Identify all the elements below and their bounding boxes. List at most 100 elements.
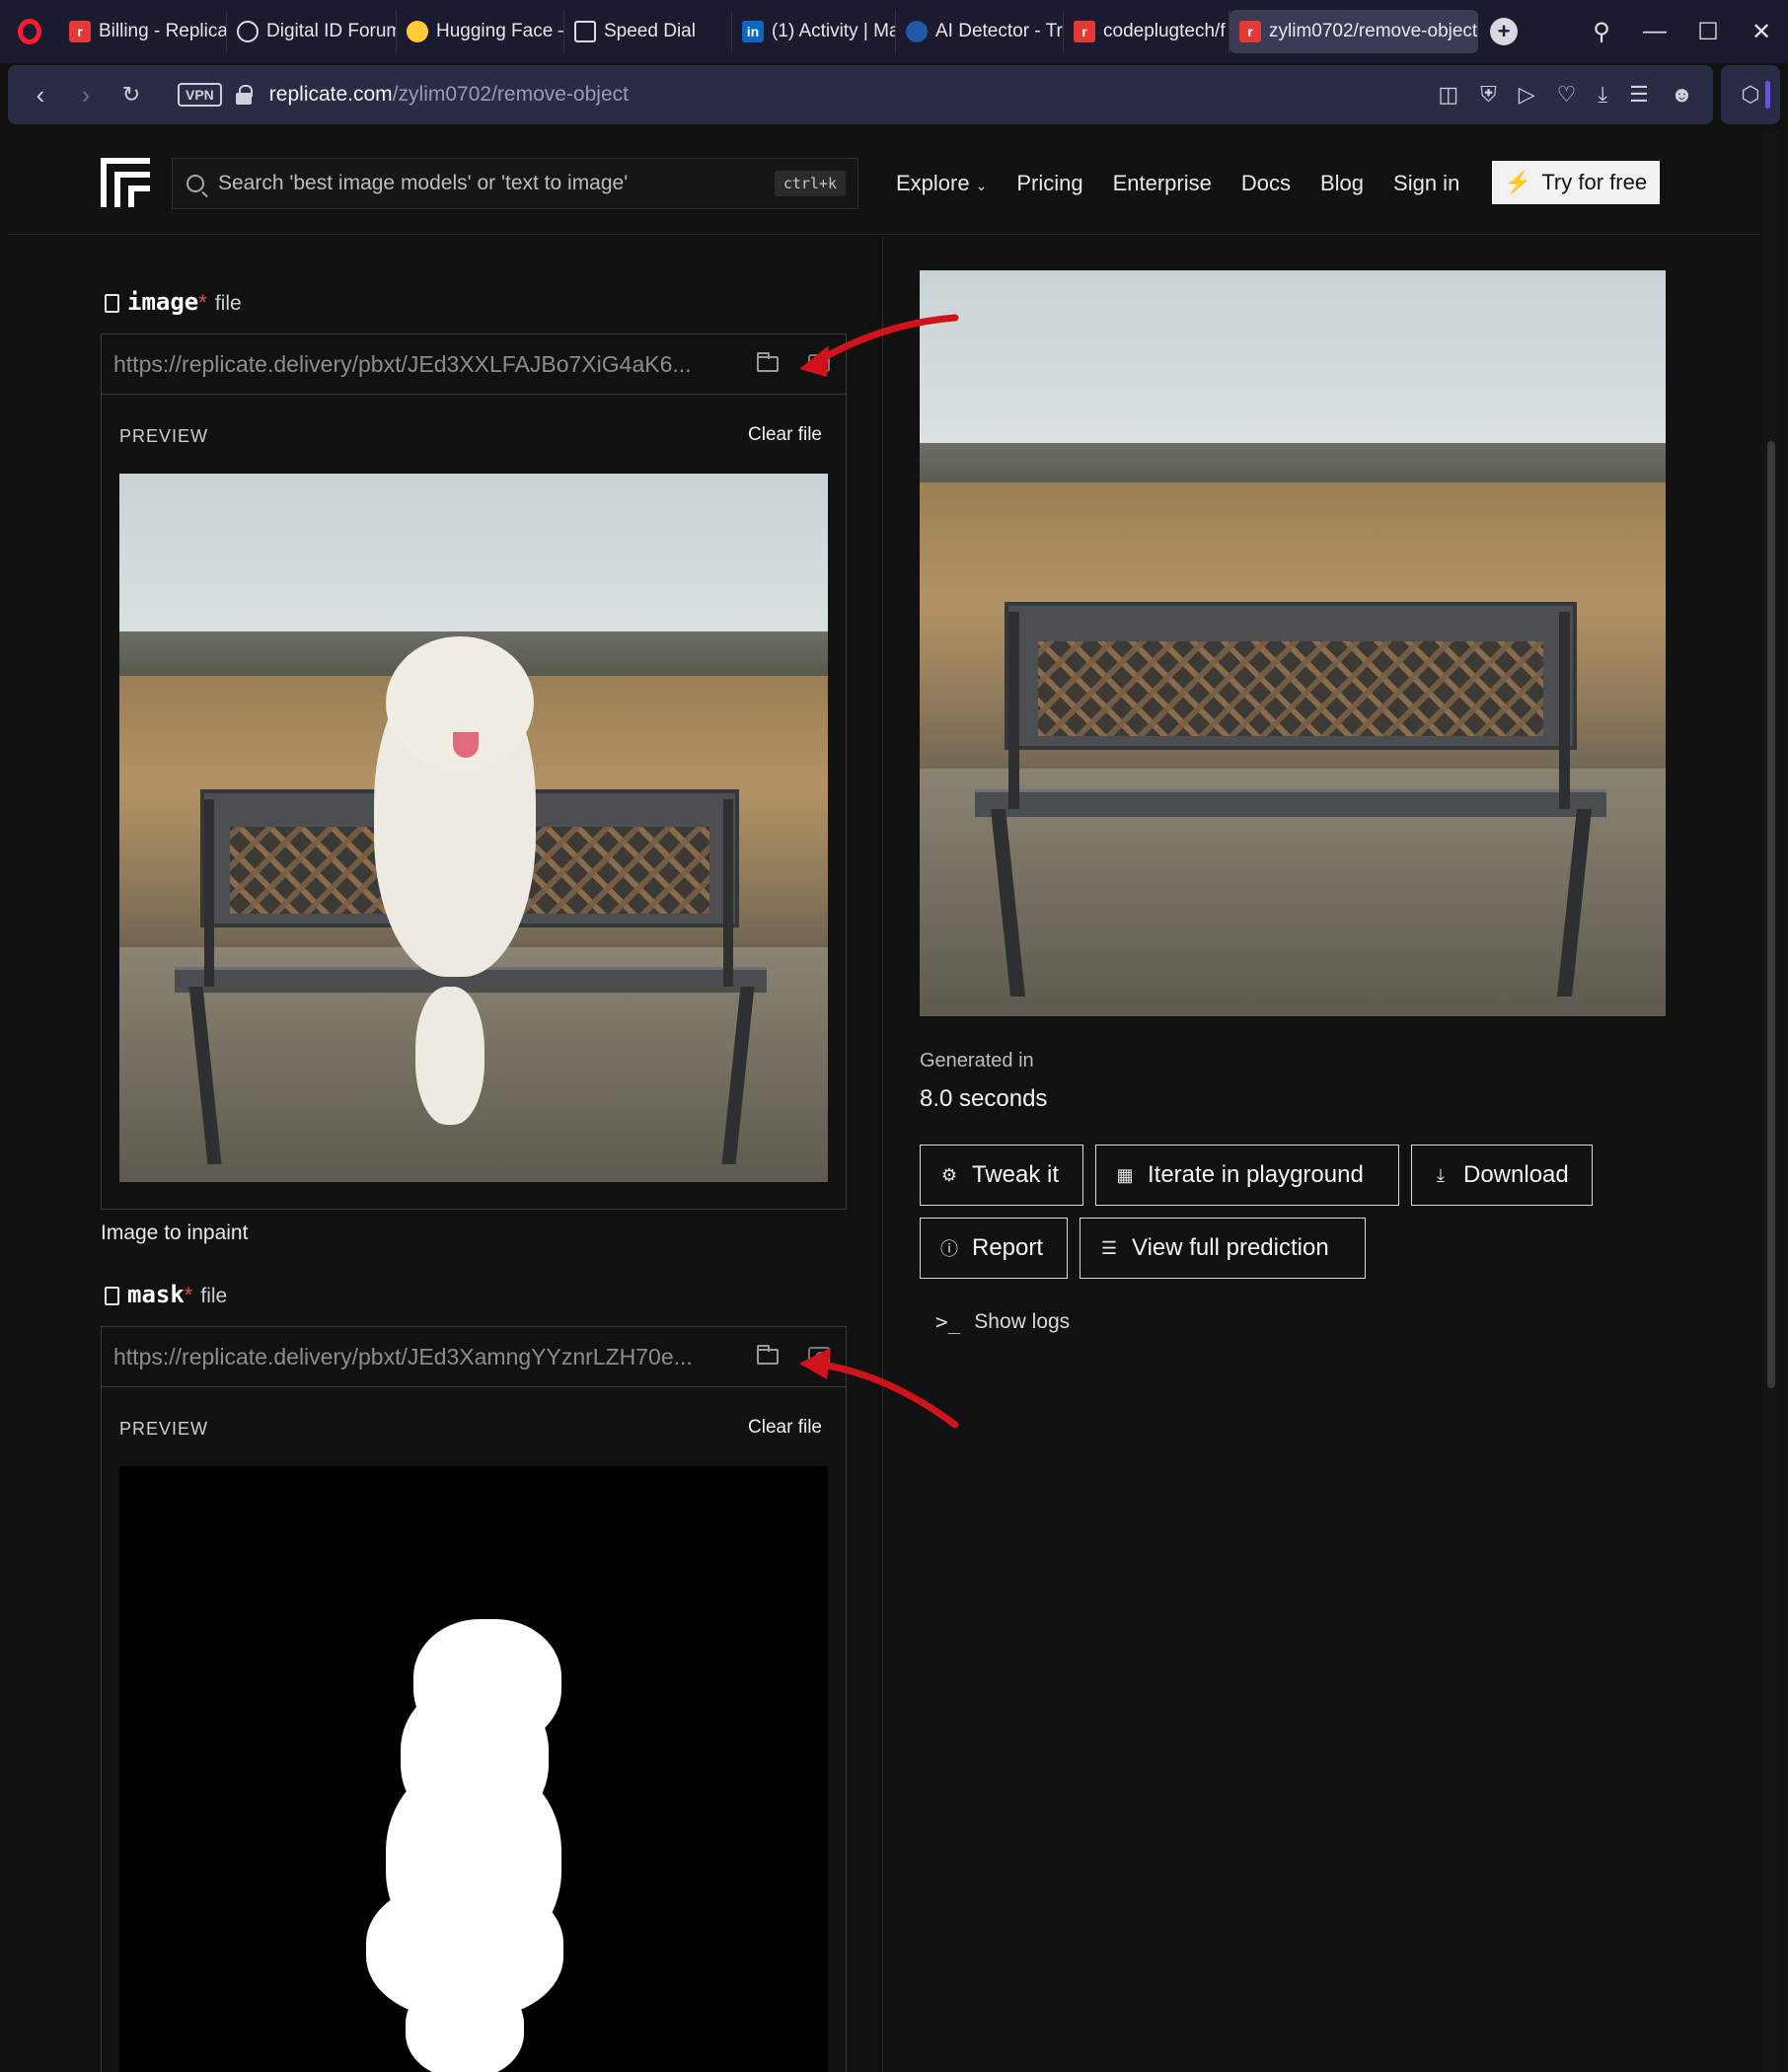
minimize-icon[interactable]: —	[1628, 0, 1681, 63]
browser-tab-active[interactable]: r zylim0702/remove-object	[1229, 10, 1478, 53]
profile-icon[interactable]: ☻	[1671, 82, 1693, 108]
url-host: replicate.com	[268, 83, 393, 106]
mask-preview-image	[119, 1466, 828, 2072]
view-full-label: View full prediction	[1132, 1234, 1329, 1261]
site-search-input[interactable]: Search 'best image models' or 'text to i…	[172, 158, 858, 209]
tweak-it-label: Tweak it	[972, 1161, 1060, 1188]
address-bar-actions: ◫ ⛨ ▷ ♡ ⤓ ☰ ☻	[1438, 65, 1693, 124]
browser-tab[interactable]: in (1) Activity | Ma	[732, 10, 896, 53]
url-field[interactable]: replicate.com/zylim0702/remove-object	[269, 83, 629, 107]
close-icon[interactable]: ✕	[1735, 0, 1788, 63]
window-controls: ⚲ — ☐ ✕	[1575, 0, 1788, 63]
speed-dial-icon	[574, 21, 596, 42]
try-for-free-label: Try for free	[1541, 170, 1648, 194]
image-field-label: image * file	[105, 288, 242, 316]
download-icon: ⤓	[1437, 1164, 1445, 1185]
linkedin-icon: in	[742, 21, 764, 42]
output-image[interactable]	[920, 270, 1666, 1016]
reload-icon[interactable]: ↻	[109, 65, 154, 124]
replicate-icon: r	[69, 21, 91, 42]
new-tab-button[interactable]: +	[1490, 18, 1518, 45]
generated-in-value: 8.0 seconds	[920, 1085, 1048, 1112]
browser-tab-bar: r Billing - Replicate Digital ID Forum H…	[0, 0, 1788, 63]
tab-title: Hugging Face –	[436, 21, 564, 41]
lock-icon[interactable]	[235, 85, 253, 105]
camera-snapshot-icon[interactable]: ◫	[1438, 82, 1458, 108]
tab-title: codeplugtech/f	[1103, 21, 1226, 41]
ai-detector-icon	[906, 21, 928, 42]
mask-field-label: mask * file	[105, 1281, 227, 1308]
vpn-badge[interactable]: VPN	[178, 83, 222, 107]
nav-blog[interactable]: Blog	[1320, 171, 1364, 196]
replicate-icon: r	[1239, 21, 1261, 42]
browser-tab[interactable]: Digital ID Forum	[227, 10, 397, 53]
tab-title: AI Detector - Tr	[935, 21, 1063, 41]
page-content: Search 'best image models' or 'text to i…	[8, 130, 1760, 2072]
folder-icon[interactable]	[757, 1345, 779, 1365]
try-for-free-button[interactable]: ⚡ Try for free	[1492, 161, 1660, 204]
generated-in-label: Generated in	[920, 1050, 1034, 1072]
nav-pricing[interactable]: Pricing	[1016, 171, 1082, 196]
file-icon	[105, 1287, 119, 1305]
image-description: Image to inpaint	[101, 1221, 249, 1244]
required-mark: *	[184, 1283, 193, 1307]
nav-sign-in[interactable]: Sign in	[1393, 171, 1459, 196]
show-logs-toggle[interactable]: >_ Show logs	[935, 1310, 1070, 1334]
preview-label: PREVIEW	[119, 426, 209, 446]
opera-icon[interactable]	[0, 0, 59, 63]
tab-title: Speed Dial	[604, 21, 696, 41]
page-scrollbar[interactable]	[1762, 130, 1780, 2072]
browser-tab[interactable]: r Billing - Replicate	[59, 10, 227, 53]
terminal-icon: >_	[935, 1310, 961, 1334]
download-button[interactable]: ⤓ Download	[1411, 1145, 1593, 1206]
tweak-it-button[interactable]: ⚙ Tweak it	[920, 1145, 1083, 1206]
scrollbar-thumb[interactable]	[1767, 441, 1775, 1388]
heart-icon[interactable]: ♡	[1557, 82, 1577, 108]
play-icon[interactable]: ▷	[1519, 82, 1535, 108]
preview-label: PREVIEW	[119, 1419, 209, 1439]
alert-circle-icon: ⓘ	[940, 1239, 958, 1259]
folder-icon[interactable]	[757, 352, 779, 372]
mask-preview-panel: PREVIEW Clear file	[101, 1387, 847, 2072]
extensions-icon[interactable]: ⬡	[1721, 65, 1780, 124]
browser-tab[interactable]: AI Detector - Tr	[896, 10, 1064, 53]
nav-docs[interactable]: Docs	[1241, 171, 1291, 196]
image-url-input[interactable]: https://replicate.delivery/pbxt/JEd3XXLF…	[101, 333, 847, 395]
sliders-icon: ⚙	[940, 1164, 958, 1185]
annotation-arrow-icon	[799, 314, 959, 377]
view-full-prediction-button[interactable]: ☰ View full prediction	[1080, 1218, 1366, 1279]
shield-icon[interactable]: ⛨	[1480, 82, 1497, 108]
required-mark: *	[198, 290, 207, 315]
report-button[interactable]: ⓘ Report	[920, 1218, 1068, 1279]
mask-url-input[interactable]: https://replicate.delivery/pbxt/JEd3Xamn…	[101, 1326, 847, 1387]
maximize-icon[interactable]: ☐	[1681, 0, 1735, 63]
image-url-value: https://replicate.delivery/pbxt/JEd3XXLF…	[113, 350, 692, 377]
search-tabs-icon[interactable]: ⚲	[1575, 0, 1628, 63]
replicate-logo-icon[interactable]	[101, 158, 150, 207]
browser-tab[interactable]: r codeplugtech/f	[1064, 10, 1229, 53]
browser-tab[interactable]: Speed Dial	[564, 10, 732, 53]
iterate-label: Iterate in playground	[1148, 1161, 1364, 1188]
browser-tab[interactable]: Hugging Face –	[397, 10, 564, 53]
forward-icon[interactable]: ›	[63, 65, 109, 124]
clear-file-button[interactable]: Clear file	[748, 424, 822, 446]
download-icon[interactable]: ⤓	[1598, 82, 1607, 108]
address-bar: ‹ › ↻ VPN replicate.com/zylim0702/remove…	[8, 65, 1713, 124]
show-logs-label: Show logs	[974, 1310, 1071, 1333]
back-icon[interactable]: ‹	[18, 65, 63, 124]
field-name: mask	[127, 1281, 185, 1308]
easy-setup-icon[interactable]: ☰	[1629, 82, 1649, 108]
hugging-face-icon	[407, 21, 428, 42]
url-path: /zylim0702/remove-object	[392, 83, 629, 106]
grid-icon: ▦	[1116, 1164, 1134, 1185]
nav-explore-label: Explore	[896, 171, 970, 195]
top-nav: Explore ⌄ Pricing Enterprise Docs Blog Si…	[896, 158, 1459, 209]
image-preview-panel: PREVIEW Clear file	[101, 395, 847, 1210]
nav-enterprise[interactable]: Enterprise	[1113, 171, 1212, 196]
replicate-icon: r	[1074, 21, 1095, 42]
nav-explore[interactable]: Explore ⌄	[896, 171, 987, 196]
list-icon: ☰	[1100, 1237, 1118, 1258]
search-shortcut-badge: ctrl+k	[774, 171, 846, 196]
iterate-in-playground-button[interactable]: ▦ Iterate in playground	[1095, 1145, 1399, 1206]
download-label: Download	[1463, 1161, 1569, 1188]
